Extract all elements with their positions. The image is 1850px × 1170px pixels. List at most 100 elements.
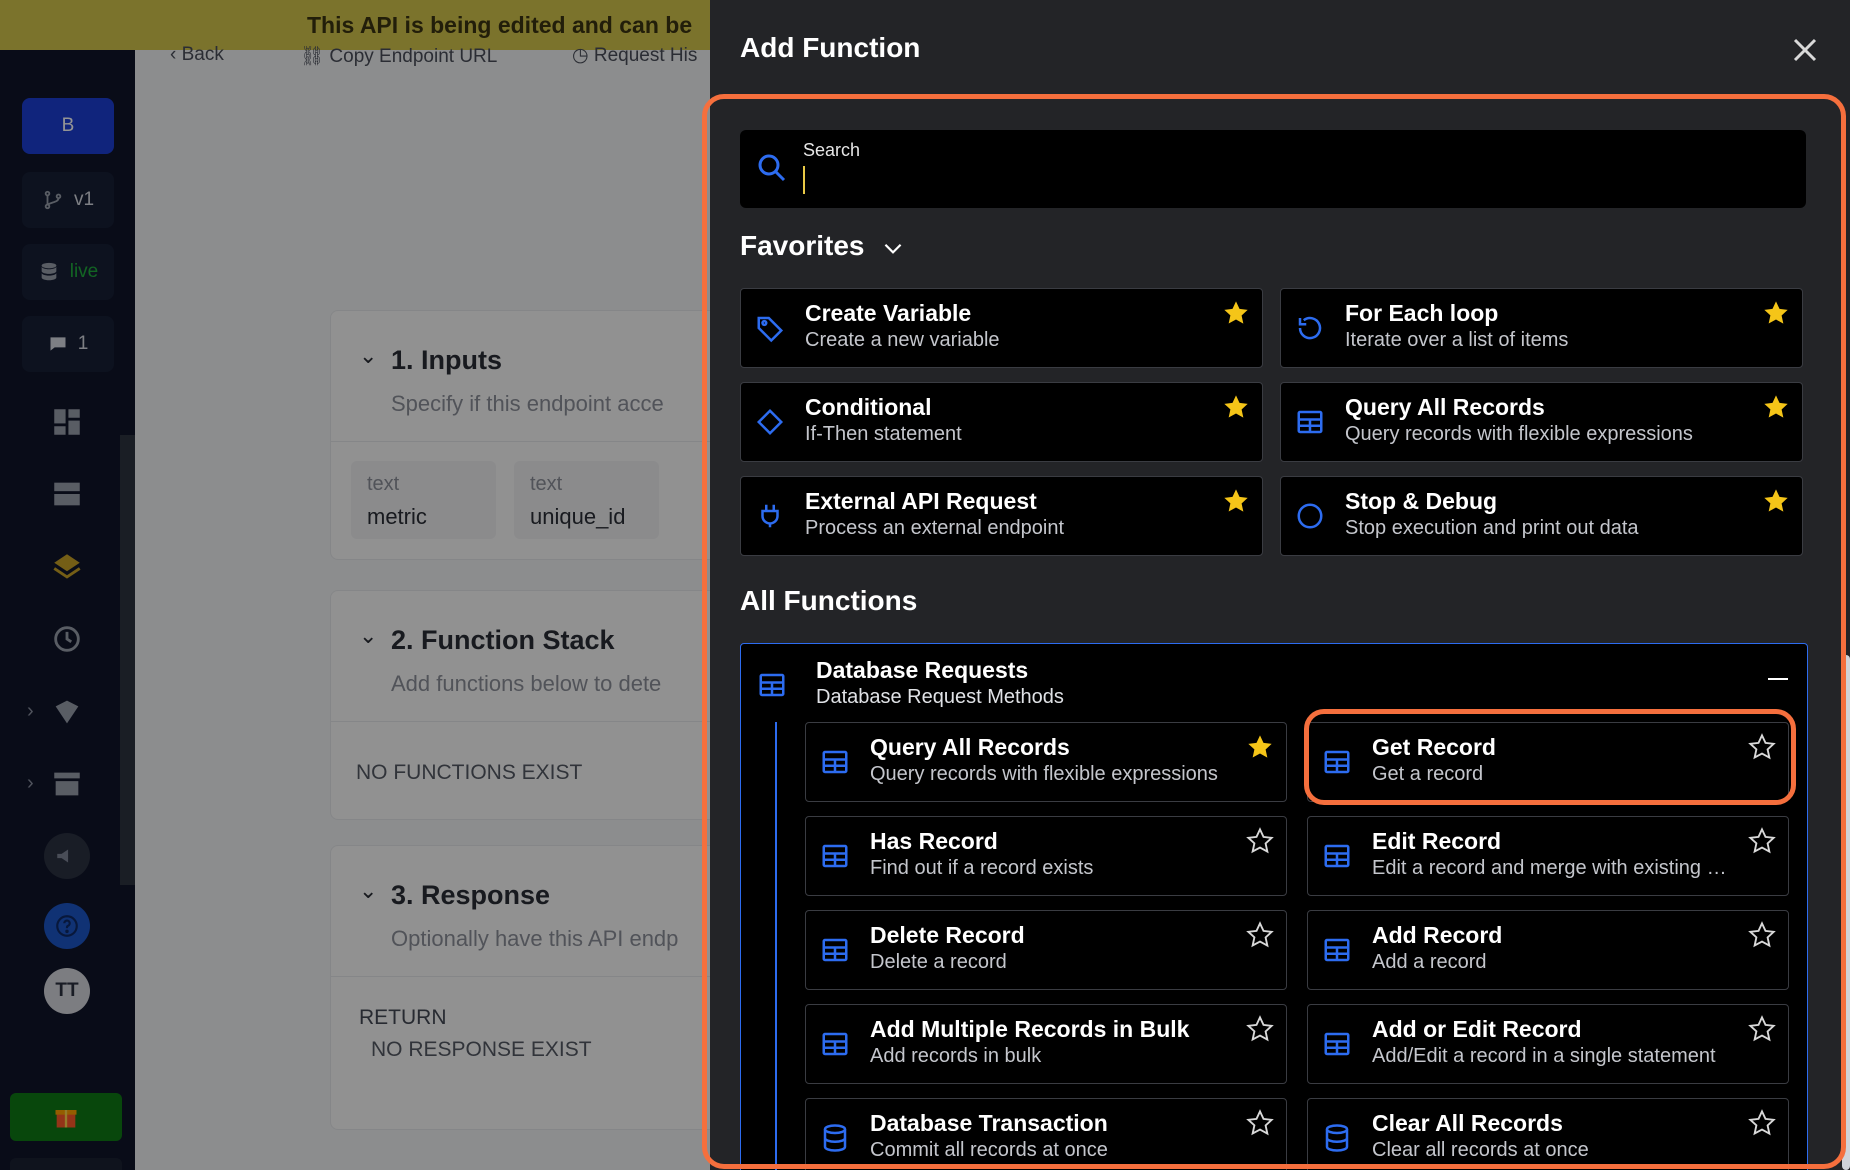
function-description: If-Then statement: [805, 423, 962, 445]
function-card[interactable]: Stop & Debug Stop execution and print out…: [1280, 476, 1803, 556]
background-app: This API is being edited and can be B v1…: [0, 0, 751, 1170]
table-icon: [820, 747, 850, 777]
database-icon: [1322, 1123, 1352, 1153]
function-title: Add Record: [1372, 922, 1503, 948]
function-title: For Each loop: [1345, 300, 1499, 326]
function-card[interactable]: For Each loop Iterate over a list of item…: [1280, 288, 1803, 368]
function-title: Add or Edit Record: [1372, 1016, 1582, 1042]
function-title: Has Record: [870, 828, 998, 854]
function-title: External API Request: [805, 488, 1037, 514]
tag-icon: [755, 313, 785, 343]
function-description: Commit all records at once: [870, 1139, 1108, 1161]
function-card[interactable]: Query All Records Query records with flex…: [1280, 382, 1803, 462]
function-card[interactable]: Edit Record Edit a record and merge with …: [1307, 816, 1789, 896]
function-title: Query All Records: [1345, 394, 1545, 420]
plug-icon: [755, 501, 785, 531]
function-description: Iterate over a list of items: [1345, 329, 1569, 351]
close-icon: [1793, 38, 1817, 62]
table-icon: [820, 1029, 850, 1059]
function-description: Delete a record: [870, 951, 1007, 973]
text-cursor: [803, 166, 805, 194]
search-icon: [758, 154, 786, 182]
database-requests-group: Database Requests Database Request Metho…: [740, 643, 1808, 1170]
function-card[interactable]: Has Record Find out if a record exists: [805, 816, 1287, 896]
close-button[interactable]: [1785, 30, 1825, 70]
add-function-drawer: Add Function Search Favorites Create Var…: [710, 0, 1850, 1170]
chevron-down-icon: [884, 243, 902, 254]
group-description: Database Request Methods: [816, 686, 1064, 708]
function-title: Database Transaction: [870, 1110, 1108, 1136]
star-outline-icon[interactable]: [1748, 733, 1776, 761]
function-description: Add records in bulk: [870, 1045, 1042, 1067]
star-outline-icon[interactable]: [1748, 1015, 1776, 1043]
function-card[interactable]: Query All Records Query records with flex…: [805, 722, 1287, 802]
star-filled-icon[interactable]: [1222, 299, 1250, 327]
function-card[interactable]: Delete Record Delete a record: [805, 910, 1287, 990]
table-icon: [1322, 747, 1352, 777]
function-title: Stop & Debug: [1345, 488, 1498, 514]
group-rail: [775, 722, 777, 1170]
star-filled-icon[interactable]: [1222, 393, 1250, 421]
function-title: Edit Record: [1372, 828, 1502, 854]
star-filled-icon[interactable]: [1222, 487, 1250, 515]
function-description: Get a record: [1372, 763, 1484, 785]
function-card[interactable]: Add Record Add a record: [1307, 910, 1789, 990]
function-card[interactable]: External API Request Process an external …: [740, 476, 1263, 556]
star-outline-icon[interactable]: [1246, 827, 1274, 855]
function-description: Add a record: [1372, 951, 1487, 973]
search-input[interactable]: Search: [740, 130, 1806, 208]
modal-overlay[interactable]: [0, 0, 710, 1170]
function-description: Stop execution and print out data: [1345, 517, 1639, 539]
collapse-group-button[interactable]: [1768, 678, 1788, 680]
group-title[interactable]: Database Requests: [816, 657, 1028, 684]
function-card[interactable]: Add or Edit Record Add/Edit a record in a…: [1307, 1004, 1789, 1084]
favorites-heading-label: Favorites: [740, 230, 865, 261]
function-title: Conditional: [805, 394, 932, 420]
star-outline-icon[interactable]: [1246, 1109, 1274, 1137]
drawer-scrollbar[interactable]: [1842, 655, 1850, 1170]
function-title: Add Multiple Records in Bulk: [870, 1016, 1190, 1042]
function-card[interactable]: Get Record Get a record: [1307, 722, 1789, 802]
function-title: Clear All Records: [1372, 1110, 1563, 1136]
table-icon: [820, 841, 850, 871]
function-card[interactable]: Clear All Records Clear all records at on…: [1307, 1098, 1789, 1170]
function-card[interactable]: Database Transaction Commit all records a…: [805, 1098, 1287, 1170]
function-title: Get Record: [1372, 734, 1496, 760]
star-filled-icon[interactable]: [1762, 487, 1790, 515]
table-icon: [1322, 935, 1352, 965]
star-outline-icon[interactable]: [1748, 827, 1776, 855]
function-description: Edit a record and merge with existing d.…: [1372, 857, 1734, 879]
circle-icon: [1295, 501, 1325, 531]
all-functions-heading: All Functions: [740, 585, 918, 616]
table-icon: [1322, 1029, 1352, 1059]
drawer-title: Add Function: [740, 32, 921, 63]
table-icon: [1295, 407, 1325, 437]
database-icon: [820, 1123, 850, 1153]
function-card[interactable]: Add Multiple Records in Bulk Add records …: [805, 1004, 1287, 1084]
function-description: Query records with flexible expressions: [870, 763, 1218, 785]
star-filled-icon[interactable]: [1246, 733, 1274, 761]
table-icon: [820, 935, 850, 965]
table-icon: [1322, 841, 1352, 871]
star-filled-icon[interactable]: [1762, 299, 1790, 327]
star-outline-icon[interactable]: [1246, 921, 1274, 949]
function-card[interactable]: Create Variable Create a new variable: [740, 288, 1263, 368]
favorites-heading[interactable]: Favorites: [740, 230, 906, 262]
function-title: Create Variable: [805, 300, 972, 326]
star-outline-icon[interactable]: [1748, 1109, 1776, 1137]
loop-icon: [1295, 313, 1325, 343]
search-label: Search: [803, 140, 861, 160]
function-card[interactable]: Conditional If-Then statement: [740, 382, 1263, 462]
table-icon: [757, 670, 787, 700]
star-outline-icon[interactable]: [1748, 921, 1776, 949]
diamond-icon: [755, 407, 785, 437]
function-description: Create a new variable: [805, 329, 1000, 351]
function-description: Clear all records at once: [1372, 1139, 1589, 1161]
function-title: Query All Records: [870, 734, 1070, 760]
star-outline-icon[interactable]: [1246, 1015, 1274, 1043]
star-filled-icon[interactable]: [1762, 393, 1790, 421]
function-title: Delete Record: [870, 922, 1025, 948]
function-description: Query records with flexible expressions: [1345, 423, 1693, 445]
function-description: Process an external endpoint: [805, 517, 1065, 539]
function-description: Find out if a record exists: [870, 857, 1094, 879]
